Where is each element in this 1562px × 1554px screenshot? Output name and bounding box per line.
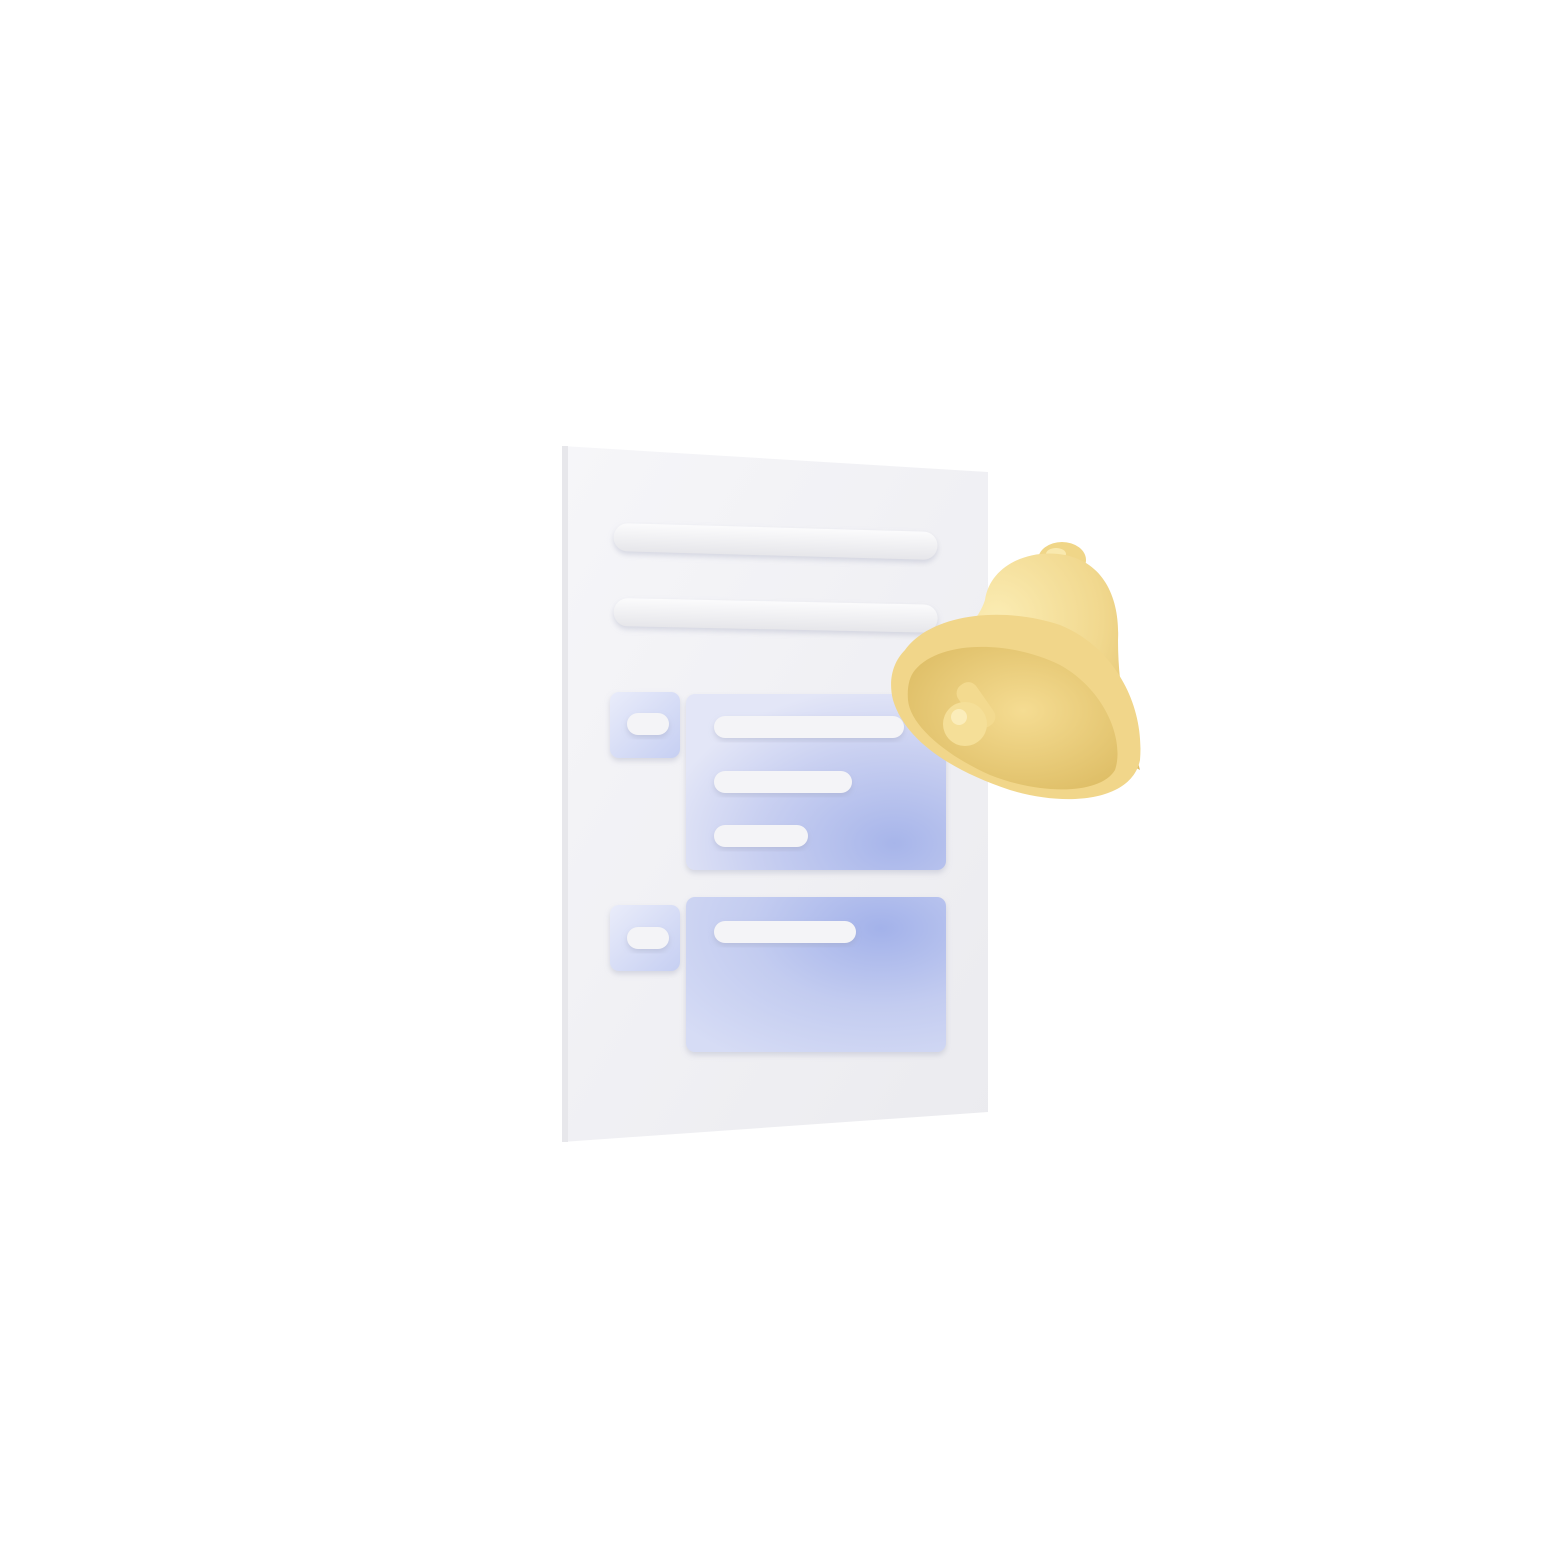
document-bell-illustration: [562, 446, 1141, 1142]
document-icon: [562, 446, 988, 1142]
illustration-scene: [0, 0, 1562, 1554]
list-item-2-card: [686, 897, 946, 1052]
bell-clapper: [943, 702, 987, 746]
